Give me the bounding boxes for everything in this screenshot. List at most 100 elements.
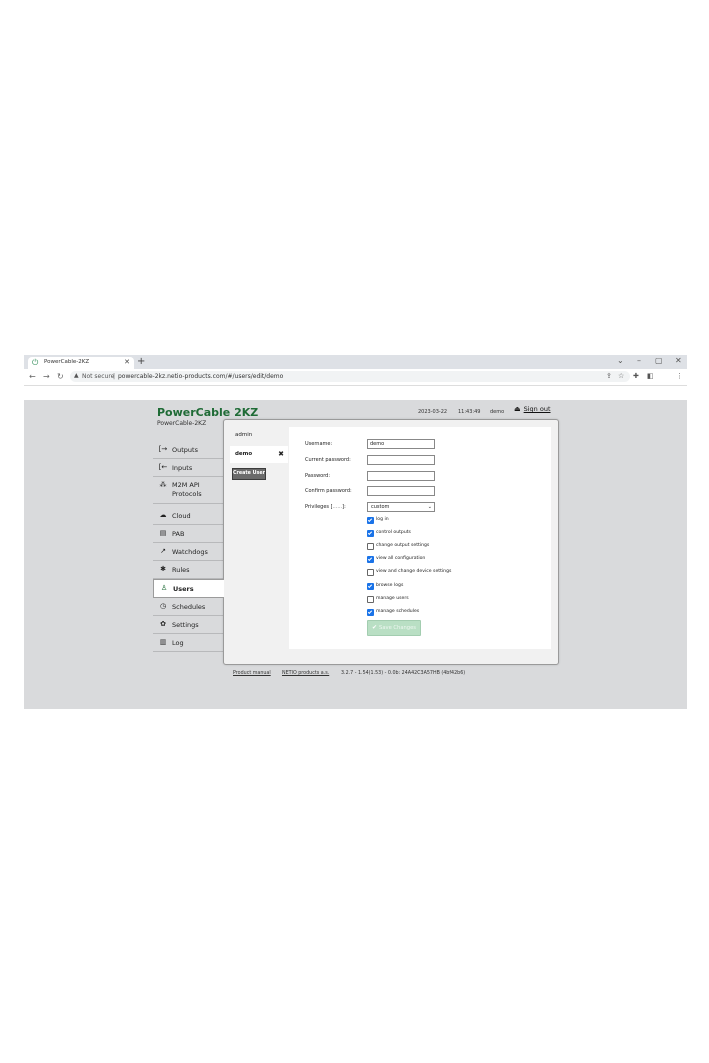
url-text[interactable]: powercable-2kz.netio-products.com/#/user…: [118, 373, 283, 380]
company-link[interactable]: NETIO products a.s.: [282, 671, 329, 676]
sidebar-item-label: M2M API Protocols: [172, 481, 202, 498]
sidebar-item-pab[interactable]: ▤ PAB: [153, 525, 223, 543]
username-label: Username:: [305, 441, 333, 447]
current-password-field[interactable]: [367, 455, 435, 465]
checkbox-checked[interactable]: [367, 517, 374, 524]
device-name: PowerCable-2KZ: [157, 420, 207, 427]
permission-label: browse logs: [376, 582, 404, 588]
sidebar-item-inputs[interactable]: [← Inputs: [153, 459, 223, 477]
gear-icon: ✿: [160, 620, 166, 628]
network-icon: ⁂: [159, 481, 167, 489]
sign-out-link[interactable]: ⏏ Sign out: [514, 405, 551, 413]
cloud-icon: ☁: [159, 511, 167, 519]
sidebar-item-label: Rules: [172, 566, 190, 574]
privileges-info-link[interactable]: ......: [333, 504, 343, 510]
bookmark-star-icon[interactable]: ☆: [618, 372, 624, 380]
sidebar-item-label: Watchdogs: [172, 548, 208, 556]
current-password-label: Current password:: [305, 457, 351, 463]
checkbox-unchecked[interactable]: [367, 569, 374, 577]
header-user: demo: [490, 409, 505, 415]
permission-label: view and change device settings: [376, 569, 452, 575]
sidebar-item-label: Log: [172, 639, 184, 647]
save-changes-button[interactable]: ✔ Save Changes: [367, 620, 421, 636]
browser-tab[interactable]: ⏻ PowerCable-2KZ ✕: [28, 357, 134, 369]
log-icon: ▥: [159, 638, 167, 646]
privileges-select[interactable]: custom ⌄: [367, 502, 435, 512]
user-edit-form: Username: demo Current password: Passwor…: [289, 427, 551, 649]
checkbox-unchecked[interactable]: [367, 595, 374, 603]
output-icon: [→: [158, 445, 168, 453]
permission-label: control outputs: [376, 530, 411, 536]
header-date: 2023-03-22: [418, 409, 448, 415]
checkbox-checked[interactable]: [367, 608, 374, 616]
privileges-value: custom: [371, 504, 390, 510]
confirm-password-label: Confirm password:: [305, 488, 352, 494]
minimize-icon[interactable]: –: [637, 356, 641, 365]
brand-title: PowerCable 2KZ: [157, 406, 259, 419]
sidebar-item-rules[interactable]: ✱ Rules: [153, 561, 223, 579]
browser-chrome: ⏻ PowerCable-2KZ ✕ + ⌄ – ▢ ✕ ← → ↻ ▲ Not…: [24, 355, 687, 386]
sign-out-icon: ⏏: [514, 405, 521, 413]
checkbox-checked[interactable]: [367, 530, 374, 538]
new-tab-button[interactable]: +: [137, 356, 145, 367]
delete-user-icon[interactable]: ✖: [278, 450, 284, 458]
sidebar-item-label: Inputs: [172, 464, 193, 472]
sidebar-item-cloud[interactable]: ☁ Cloud: [153, 507, 223, 525]
chevron-down-icon: ⌄: [427, 504, 432, 510]
checkbox-checked[interactable]: [367, 582, 374, 590]
sidebar-item-watchdogs[interactable]: ↗ Watchdogs: [153, 543, 223, 561]
sidebar-item-settings[interactable]: ✿ Settings: [153, 616, 223, 634]
url-box[interactable]: ▲ Not secure | powercable-2kz.netio-prod…: [70, 371, 630, 382]
extensions-icon[interactable]: ✚: [633, 372, 639, 380]
close-window-icon[interactable]: ✕: [675, 356, 682, 365]
close-tab-icon[interactable]: ✕: [124, 358, 130, 366]
privileges-label: Privileges [......]:: [305, 504, 346, 510]
sidebar-item-schedules[interactable]: ◷ Schedules: [153, 598, 223, 616]
reload-icon[interactable]: ↻: [57, 372, 64, 381]
share-icon[interactable]: ⇪: [606, 372, 612, 380]
back-icon[interactable]: ←: [29, 372, 36, 381]
checkbox-unchecked[interactable]: [367, 543, 374, 551]
permission-label: change output settings: [376, 543, 430, 549]
maximize-icon[interactable]: ▢: [655, 356, 663, 365]
sidebar-item-outputs[interactable]: [→ Outputs: [153, 441, 223, 459]
menu-icon[interactable]: ⋮: [676, 372, 683, 380]
sidebar-item-label: Schedules: [172, 603, 206, 611]
create-user-button[interactable]: Create User: [232, 468, 266, 480]
side-panel-icon[interactable]: ◧: [647, 372, 654, 380]
check-icon: ✔: [372, 624, 378, 631]
clock-icon: ◷: [159, 602, 167, 610]
sidebar-item-label: Cloud: [172, 512, 191, 520]
firmware-version: 3.2.7 - 1.54(1.53) - 0.0b: 24A42C3A57HB …: [341, 671, 466, 676]
password-label: Password:: [305, 473, 331, 479]
password-field[interactable]: [367, 471, 435, 481]
sidebar-item-label: Users: [173, 585, 194, 593]
permission-label: log in: [376, 517, 389, 522]
sidebar-item-m2m-api[interactable]: ⁂ M2M API Protocols: [153, 477, 223, 504]
not-secure-label: Not secure: [82, 372, 115, 380]
sidebar-item-users[interactable]: ♙ Users: [153, 579, 224, 598]
permission-label: manage schedules: [376, 608, 420, 614]
header-time: 11:43:49: [458, 409, 481, 415]
users-panel: admin demo ✖ Create User Username: demo …: [223, 419, 559, 665]
page-viewport: PowerCable 2KZ PowerCable-2KZ 2023-03-22…: [24, 400, 687, 709]
tab-search-icon[interactable]: ⌄: [617, 356, 624, 365]
checkbox-checked[interactable]: [367, 556, 374, 564]
wand-icon: ✱: [160, 565, 166, 573]
warning-icon: ▲: [74, 372, 79, 379]
address-bar: ← → ↻ ▲ Not secure | powercable-2kz.neti…: [24, 369, 687, 386]
user-name: admin: [235, 432, 253, 438]
input-icon: [←: [158, 463, 168, 471]
user-item-admin[interactable]: admin: [230, 428, 288, 442]
confirm-password-field[interactable]: [367, 486, 435, 496]
forward-icon[interactable]: →: [43, 372, 50, 381]
pulse-icon: ↗: [160, 547, 166, 555]
user-item-demo[interactable]: demo ✖: [230, 446, 288, 463]
product-manual-link[interactable]: Product manual: [233, 671, 271, 676]
username-field[interactable]: demo: [367, 439, 435, 449]
sidebar-item-label: Settings: [172, 621, 199, 629]
sidebar-item-label: Outputs: [172, 446, 198, 454]
permission-label: manage users: [376, 595, 409, 601]
sidebar-item-log[interactable]: ▥ Log: [153, 634, 223, 652]
user-icon: ♙: [160, 584, 168, 592]
